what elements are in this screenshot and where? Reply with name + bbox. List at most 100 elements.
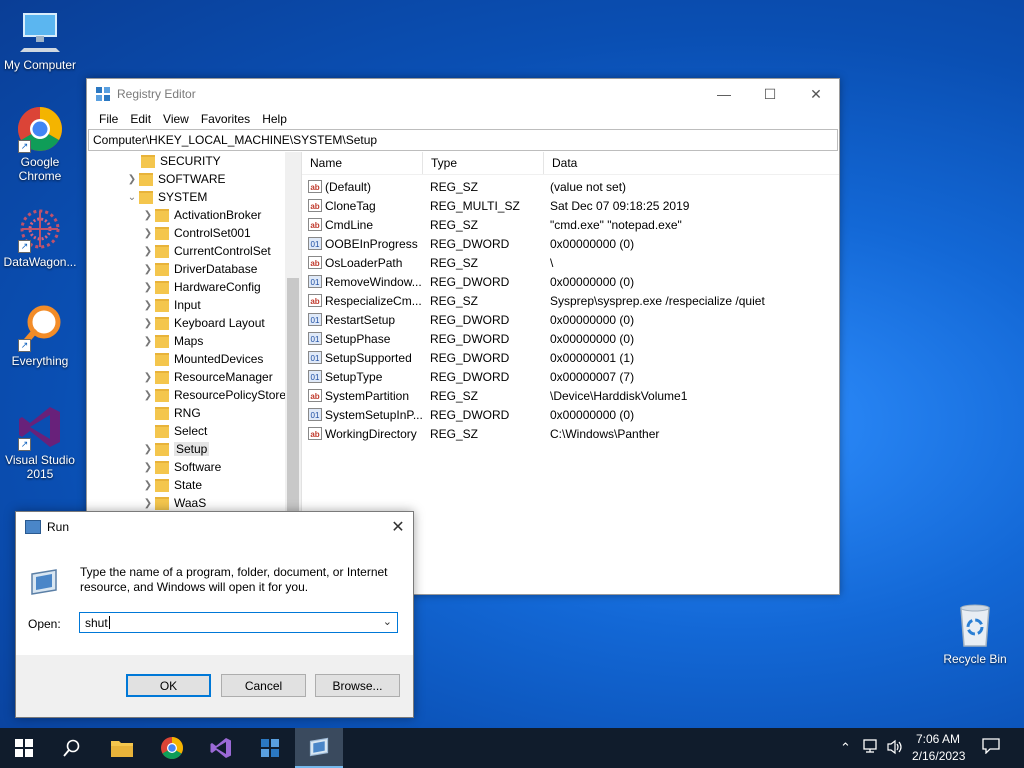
network-icon[interactable] — [862, 738, 880, 757]
chevron-right-icon[interactable]: ❯ — [141, 228, 155, 239]
registry-value-row[interactable]: 01 SetupType REG_DWORD 0x00000007 (7) — [308, 367, 634, 386]
chevron-right-icon[interactable]: ❯ — [125, 174, 139, 185]
registry-value-row[interactable]: ab SystemPartition REG_SZ \Device\HarddiskV… — [308, 386, 687, 405]
ok-button[interactable]: OK — [126, 674, 211, 697]
browse-button[interactable]: Browse... — [315, 674, 400, 697]
taskbar-chrome[interactable] — [148, 728, 196, 768]
tree-node-state[interactable]: ❯ State — [141, 476, 202, 494]
tree-node-hardwareconfig[interactable]: ❯ HardwareConfig — [141, 278, 261, 296]
desktop-icon-google-chrome[interactable]: ↗ Google Chrome — [0, 105, 80, 183]
chevron-right-icon[interactable]: ❯ — [141, 462, 155, 473]
value-name: RestartSetup — [325, 312, 396, 327]
folder-icon — [141, 154, 155, 168]
chevron-right-icon[interactable]: ❯ — [141, 318, 155, 329]
chevron-right-icon[interactable]: ❯ — [141, 498, 155, 509]
chevron-right-icon[interactable]: ❯ — [141, 210, 155, 221]
registry-value-row[interactable]: 01 SetupSupported REG_DWORD 0x00000001 (1) — [308, 348, 634, 367]
registry-value-row[interactable]: ab CmdLine REG_SZ "cmd.exe" "notepad.exe" — [308, 215, 682, 234]
clock-time[interactable]: 7:06 AM — [916, 732, 960, 746]
notifications-button[interactable] — [982, 738, 1000, 757]
search-button[interactable] — [48, 728, 96, 768]
value-data: 0x00000000 (0) — [550, 274, 635, 289]
desktop-icon-my-computer[interactable]: My Computer — [0, 8, 80, 72]
menu-edit[interactable]: Edit — [124, 112, 157, 126]
taskbar-registry-editor[interactable] — [246, 728, 294, 768]
chevron-right-icon[interactable]: ❯ — [141, 336, 155, 347]
run-dialog[interactable]: Run ✕ Type the name of a program, folder… — [15, 511, 414, 718]
registry-value-row[interactable]: ab RespecializeCm... REG_SZ Sysprep\sysprep… — [308, 291, 765, 310]
tree-node-waas[interactable]: ❯ WaaS — [141, 494, 206, 512]
address-bar[interactable]: Computer\HKEY_LOCAL_MACHINE\SYSTEM\Setup — [88, 129, 838, 151]
tree-node-currentcontrolset[interactable]: ❯ CurrentControlSet — [141, 242, 271, 260]
menu-favorites[interactable]: Favorites — [195, 112, 256, 126]
registry-value-row[interactable]: 01 OOBEInProgress REG_DWORD 0x00000000 (0) — [308, 234, 634, 253]
desktop-icon-visual-studio[interactable]: ↗ Visual Studio 2015 — [0, 403, 80, 481]
tree-node-mounteddevices[interactable]: MountedDevices — [141, 350, 263, 368]
registry-value-row[interactable]: ab (Default) REG_SZ (value not set) — [308, 177, 626, 196]
column-header-type[interactable]: Type — [423, 152, 544, 174]
close-button[interactable]: ✕ — [793, 79, 839, 109]
desktop-icon-datawagon[interactable]: ↗ DataWagon... — [0, 205, 80, 269]
menu-help[interactable]: Help — [256, 112, 293, 126]
tree-node-software[interactable]: ❯ SOFTWARE — [125, 170, 226, 188]
registry-value-row[interactable]: ab CloneTag REG_MULTI_SZ Sat Dec 07 09:18:2… — [308, 196, 689, 215]
column-header-name[interactable]: Name — [302, 152, 423, 174]
minimize-button[interactable]: — — [701, 79, 747, 109]
start-button[interactable] — [0, 728, 48, 768]
folder-icon — [155, 334, 169, 348]
scrollbar-thumb[interactable] — [287, 278, 299, 528]
column-header-data[interactable]: Data — [544, 152, 752, 174]
tree-node-system[interactable]: ⌄ SYSTEM — [125, 188, 208, 206]
run-title-bar[interactable]: Run ✕ — [16, 512, 413, 542]
cancel-button[interactable]: Cancel — [221, 674, 306, 697]
tree-node-controlset001[interactable]: ❯ ControlSet001 — [141, 224, 251, 242]
folder-icon — [155, 352, 169, 366]
registry-value-row[interactable]: 01 RestartSetup REG_DWORD 0x00000000 (0) — [308, 310, 634, 329]
run-icon — [309, 737, 329, 757]
desktop-icon-everything[interactable]: ↗ Everything — [0, 304, 80, 368]
tree-node-rng[interactable]: RNG — [141, 404, 201, 422]
taskbar-visual-studio[interactable] — [197, 728, 245, 768]
volume-icon[interactable] — [886, 739, 904, 758]
chevron-right-icon[interactable]: ❯ — [141, 444, 155, 455]
maximize-button[interactable]: ☐ — [747, 79, 793, 109]
chevron-right-icon[interactable]: ❯ — [141, 372, 155, 383]
tree-node-setup-selected[interactable]: ❯ Setup — [141, 440, 210, 458]
tree-node-driverdatabase[interactable]: ❯ DriverDatabase — [141, 260, 258, 278]
registry-value-row[interactable]: 01 SetupPhase REG_DWORD 0x00000000 (0) — [308, 329, 634, 348]
menu-view[interactable]: View — [157, 112, 195, 126]
registry-value-row[interactable]: ab OsLoaderPath REG_SZ \ — [308, 253, 553, 272]
show-hidden-icons-button[interactable]: ⌃ — [840, 740, 851, 756]
tree-node-software-sub[interactable]: ❯ Software — [141, 458, 222, 476]
open-combobox[interactable]: shut ⌄ — [79, 612, 398, 633]
chevron-down-icon[interactable]: ⌄ — [125, 192, 139, 203]
title-bar[interactable]: Registry Editor — ☐ ✕ — [87, 79, 839, 109]
registry-value-row[interactable]: 01 SystemSetupInP... REG_DWORD 0x00000000 (… — [308, 405, 634, 424]
taskbar-file-explorer[interactable] — [98, 728, 146, 768]
tree-node-maps[interactable]: ❯ Maps — [141, 332, 204, 350]
chevron-right-icon[interactable]: ❯ — [141, 246, 155, 257]
tree-node-activationbroker[interactable]: ❯ ActivationBroker — [141, 206, 262, 224]
chevron-down-icon[interactable]: ⌄ — [383, 615, 392, 628]
chevron-right-icon[interactable]: ❯ — [141, 300, 155, 311]
chevron-right-icon[interactable]: ❯ — [141, 480, 155, 491]
close-button[interactable]: ✕ — [383, 512, 413, 542]
taskbar-run[interactable] — [295, 728, 343, 768]
menu-file[interactable]: File — [93, 112, 124, 126]
menu-bar: File Edit View Favorites Help — [87, 109, 839, 129]
tree-node-resourcepolicystore[interactable]: ❯ ResourcePolicyStore — [141, 386, 286, 404]
registry-value-row[interactable]: ab WorkingDirectory REG_SZ C:\Windows\Panth… — [308, 424, 659, 443]
chevron-right-icon[interactable]: ❯ — [141, 264, 155, 275]
clock-date[interactable]: 2/16/2023 — [912, 749, 965, 763]
chevron-right-icon[interactable]: ❯ — [141, 390, 155, 401]
tree-node-input[interactable]: ❯ Input — [141, 296, 201, 314]
value-type: REG_DWORD — [430, 274, 510, 289]
desktop-icon-recycle-bin[interactable]: Recycle Bin — [935, 602, 1015, 666]
tree-node-keyboard-layout[interactable]: ❯ Keyboard Layout — [141, 314, 265, 332]
tree-node-resourcemanager[interactable]: ❯ ResourceManager — [141, 368, 273, 386]
registry-value-row[interactable]: 01 RemoveWindow... REG_DWORD 0x00000000 (0) — [308, 272, 634, 291]
chevron-right-icon[interactable]: ❯ — [141, 282, 155, 293]
tree-node-security[interactable]: SECURITY — [127, 152, 221, 170]
open-input[interactable]: shut — [85, 616, 108, 630]
tree-node-select[interactable]: Select — [141, 422, 207, 440]
